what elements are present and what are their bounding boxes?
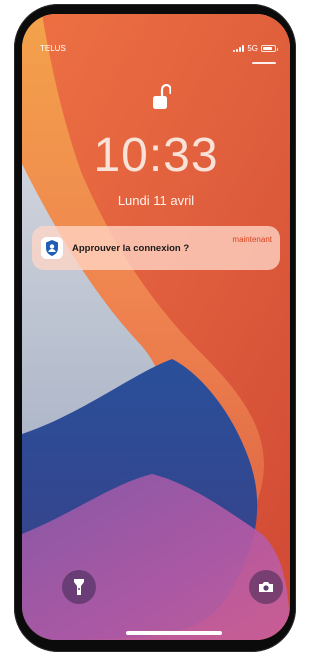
signal-icon [233,45,245,52]
notification-title: Approuver la connexion ? [72,243,190,254]
network-label: 5G [247,44,258,53]
status-right-group: 5G [233,44,278,53]
control-center-indicator[interactable] [252,62,276,64]
status-bar: TELUS 5G [22,44,290,58]
authenticator-app-icon [41,237,63,259]
camera-icon [259,582,273,592]
lock-time: 10:33 [93,129,219,182]
lock-date: Lundi 11 avril [117,193,195,208]
battery-icon [261,45,278,52]
notification-timestamp: maintenant [232,235,272,244]
flashlight-button[interactable] [62,570,96,604]
lock-screen: TELUS 5G 10:33 Lundi 11 avril Approuver … [22,14,290,640]
unlocked-padlock-icon [153,84,171,109]
carrier-label: TELUS [40,44,66,53]
home-indicator[interactable] [126,631,222,635]
camera-button[interactable] [249,570,283,604]
flashlight-icon [74,579,84,595]
notification-card[interactable]: Approuver la connexion ? maintenant [32,226,280,270]
